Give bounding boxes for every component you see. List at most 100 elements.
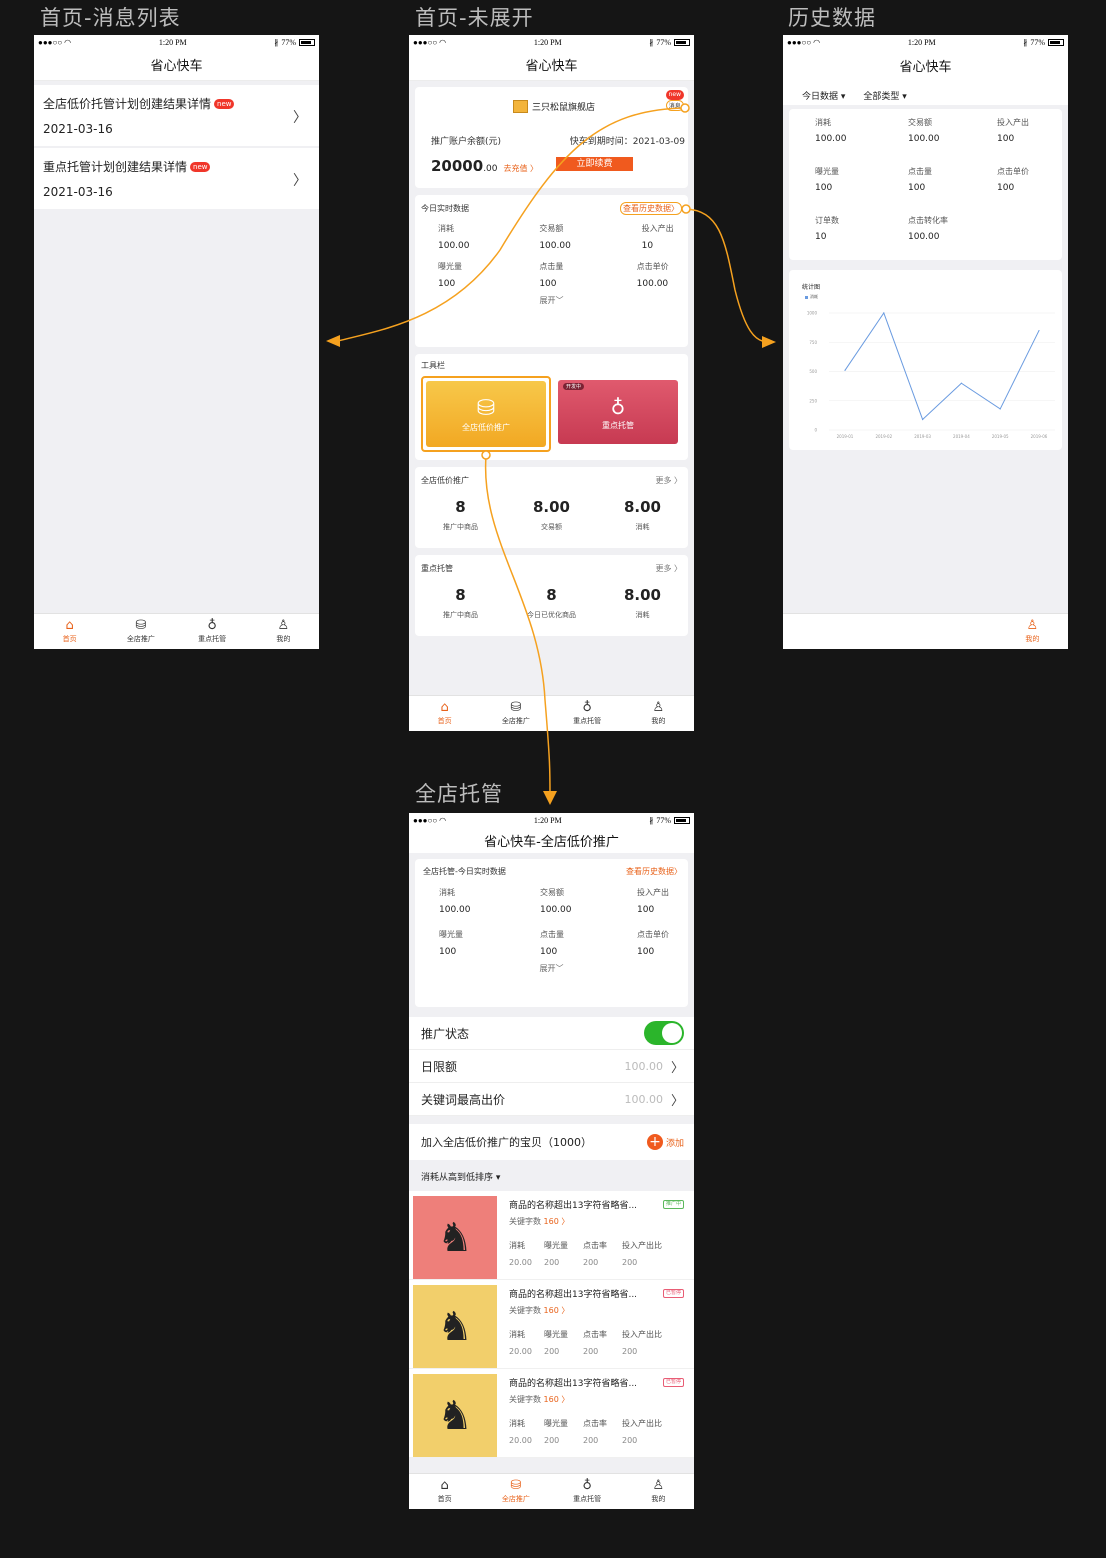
renew-button[interactable]: 立即续费 bbox=[556, 157, 633, 171]
bluetooth-icon: ∦ bbox=[649, 815, 654, 825]
tab-mine[interactable]: ♙ 我的 bbox=[623, 696, 694, 731]
message-date: 2021-03-16 bbox=[43, 122, 113, 136]
daily-limit-row[interactable]: 日限额 100.00 〉 bbox=[409, 1050, 694, 1083]
metric-label: 曝光量 bbox=[544, 1330, 568, 1339]
stat-cell: 交易额 100.00 bbox=[540, 888, 572, 915]
recharge-link[interactable]: 去充值 〉 bbox=[504, 163, 539, 174]
stat-cell: 点击单价 100 bbox=[637, 930, 669, 957]
tab-home[interactable]: ⌂ 首页 bbox=[34, 614, 105, 649]
tool-full-store-promo[interactable]: ⛁ 全店低价推广 bbox=[421, 376, 551, 452]
tab-home[interactable]: ⌂ 首页 bbox=[409, 1474, 480, 1509]
tab-home[interactable]: ⌂ 首页 bbox=[409, 696, 480, 731]
type-filter-dropdown[interactable]: 全部类型 ▾ bbox=[863, 89, 906, 105]
tab-promo[interactable]: ⛁ 全店推广 bbox=[105, 614, 176, 649]
message-item[interactable]: 重点托管计划创建结果详情 new 2021-03-16 〉 bbox=[34, 148, 319, 209]
tab-mine[interactable]: ♙ 我的 bbox=[997, 614, 1068, 649]
more-link[interactable]: 更多 〉 bbox=[655, 475, 682, 486]
add-button[interactable]: + 添加 bbox=[646, 1134, 684, 1150]
tab-label: 重点托管 bbox=[198, 635, 227, 643]
keyword-bid-row[interactable]: 关键词最高出价 100.00 〉 bbox=[409, 1083, 694, 1116]
shop-name: 三只松鼠旗舰店 bbox=[532, 103, 596, 113]
stat-cell: 订单数 10 bbox=[815, 216, 839, 242]
tab-label: 全店推广 bbox=[126, 635, 155, 643]
today-data-card: 全店托管-今日实时数据 查看历史数据〉 消耗 100.00 交易额 100.00 投… bbox=[415, 859, 688, 1007]
tab-key[interactable]: ♁ 重点托管 bbox=[552, 1474, 623, 1509]
toolbar-card: 工具栏 ⛁ 全店低价推广 开发中 ♁ 重点托管 bbox=[415, 354, 688, 460]
metric-label: 投入产出比 bbox=[622, 1241, 662, 1250]
message-entry[interactable]: new 消息 bbox=[665, 90, 684, 111]
page-title: 省心快车 bbox=[783, 49, 1068, 81]
stat-cell: 消耗 100.00 bbox=[438, 224, 470, 251]
tool-label: 重点托管 bbox=[602, 420, 634, 430]
user-icon: ♙ bbox=[277, 618, 290, 633]
expand-toggle[interactable]: 展开﹀ bbox=[415, 957, 688, 980]
board-title-message-list: 首页-消息列表 bbox=[40, 6, 181, 30]
tab-key[interactable]: ♁ 重点托管 bbox=[552, 696, 623, 731]
home-icon: ⌂ bbox=[440, 1478, 449, 1493]
today-data-card: 今日实时数据 查看历史数据〉 消耗 100.00 交易额 100.00 投入产出 10… bbox=[415, 195, 688, 347]
metric-value: 200 bbox=[544, 1436, 560, 1445]
hand-coin-icon: ♁ bbox=[207, 618, 217, 633]
keyword-count[interactable]: 160 〉 bbox=[544, 1395, 570, 1404]
product-list: ♞ 商品的名称超出13字符省略省... 推广中 关键字数 160 〉 消耗 曝光量点… bbox=[409, 1191, 694, 1458]
product-item[interactable]: ♞ 商品的名称超出13字符省略省... 已暂停 关键字数 160 〉 消耗 曝光量 点… bbox=[409, 1280, 694, 1369]
history-link[interactable]: 查看历史数据〉 bbox=[626, 866, 682, 877]
tab-label: 我的 bbox=[651, 717, 666, 725]
metric-value: 200 bbox=[544, 1258, 560, 1267]
more-link[interactable]: 更多 〉 bbox=[655, 563, 682, 574]
x-tick-label: 2019-03 bbox=[914, 434, 931, 439]
stat-cell: 点击转化率 100.00 bbox=[908, 216, 948, 242]
product-item[interactable]: ♞ 商品的名称超出13字符省略省... 推广中 关键字数 160 〉 消耗 曝光量 点… bbox=[409, 1191, 694, 1280]
board-title-store-managed: 全店托管 bbox=[415, 782, 503, 806]
status-bar: ●●●○○ ◠ 1:20 PM ∦ 77% bbox=[783, 35, 1068, 49]
product-item[interactable]: ♞ 商品的名称超出13字符省略省... 已暂停 关键字数 160 〉 消耗 曝光量 点… bbox=[409, 1369, 694, 1458]
tab-spacer bbox=[926, 614, 997, 649]
metric-value: 200 bbox=[583, 1258, 599, 1267]
arrow-to-history bbox=[684, 208, 769, 343]
expand-toggle[interactable]: 展开﹀ bbox=[415, 289, 688, 312]
product-name: 商品的名称超出13字符省略省... bbox=[509, 1201, 638, 1211]
arrowhead-right bbox=[762, 336, 776, 348]
metric-value: 200 bbox=[583, 1436, 599, 1445]
tab-promo[interactable]: ⛁ 全店推广 bbox=[480, 1474, 551, 1509]
message-item[interactable]: 全店低价托管计划创建结果详情 new 2021-03-16 〉 bbox=[34, 85, 319, 146]
stat-cell: 曝光量 100 bbox=[815, 167, 839, 193]
data-point bbox=[844, 369, 846, 371]
battery-icon bbox=[299, 38, 315, 46]
screen-store-promo: ●●●○○ ◠ 1:20 PM ∦ 77% 省心快车-全店低价推广 全店托管-今日实… bbox=[409, 813, 694, 1509]
tab-label: 重点托管 bbox=[573, 1495, 602, 1503]
sort-dropdown[interactable]: 消耗从高到低排序 ▾ bbox=[409, 1160, 694, 1191]
battery-percent: 77% bbox=[656, 37, 671, 47]
metric-value: 200 bbox=[544, 1347, 560, 1356]
battery-icon bbox=[1048, 38, 1064, 46]
date-filter-dropdown[interactable]: 今日数据 ▾ bbox=[802, 89, 845, 105]
section-title: 重点托管 bbox=[421, 564, 453, 573]
signal-icon: ●●●○○ bbox=[787, 37, 812, 47]
stat-cell: 消耗 100.00 bbox=[439, 888, 471, 915]
tool-key-managed[interactable]: 开发中 ♁ 重点托管 bbox=[558, 380, 678, 444]
promo-summary-card: 全店低价推广 更多 〉 8 推广中商品 8.00 交易额 8.00 消耗 bbox=[415, 467, 688, 548]
promo-status-toggle[interactable] bbox=[644, 1021, 684, 1045]
daily-limit-value: 100.00 bbox=[624, 1059, 663, 1073]
tab-mine[interactable]: ♙ 我的 bbox=[623, 1474, 694, 1509]
stat-cell: 投入产出 100 bbox=[997, 118, 1029, 144]
tab-label: 我的 bbox=[276, 635, 291, 643]
coins-icon: ⛁ bbox=[510, 700, 522, 715]
metric-label: 投入产出比 bbox=[622, 1330, 662, 1339]
tab-promo[interactable]: ⛁ 全店推广 bbox=[480, 696, 551, 731]
wifi-icon: ◠ bbox=[439, 815, 447, 825]
coins-icon: ⛁ bbox=[135, 618, 147, 633]
coins-icon: ⛁ bbox=[510, 1478, 522, 1493]
tab-key[interactable]: ♁ 重点托管 bbox=[177, 614, 248, 649]
history-link[interactable]: 查看历史数据〉 bbox=[620, 202, 682, 215]
tab-mine[interactable]: ♙ 我的 bbox=[248, 614, 319, 649]
signal-icon: ●●●○○ bbox=[413, 37, 438, 47]
data-point bbox=[960, 382, 962, 384]
keyword-count[interactable]: 160 〉 bbox=[544, 1306, 570, 1315]
metric-value: 20.00 bbox=[509, 1347, 532, 1356]
keyword-count[interactable]: 160 〉 bbox=[544, 1217, 570, 1226]
message-label: 消息 bbox=[665, 100, 684, 111]
new-badge: new bbox=[190, 161, 211, 172]
signal-icon: ●●●○○ bbox=[38, 37, 63, 47]
screen-home: ●●●○○ ◠ 1:20 PM ∦ 77% 省心快车 三只松鼠旗舰店 new 消息 … bbox=[409, 35, 694, 731]
